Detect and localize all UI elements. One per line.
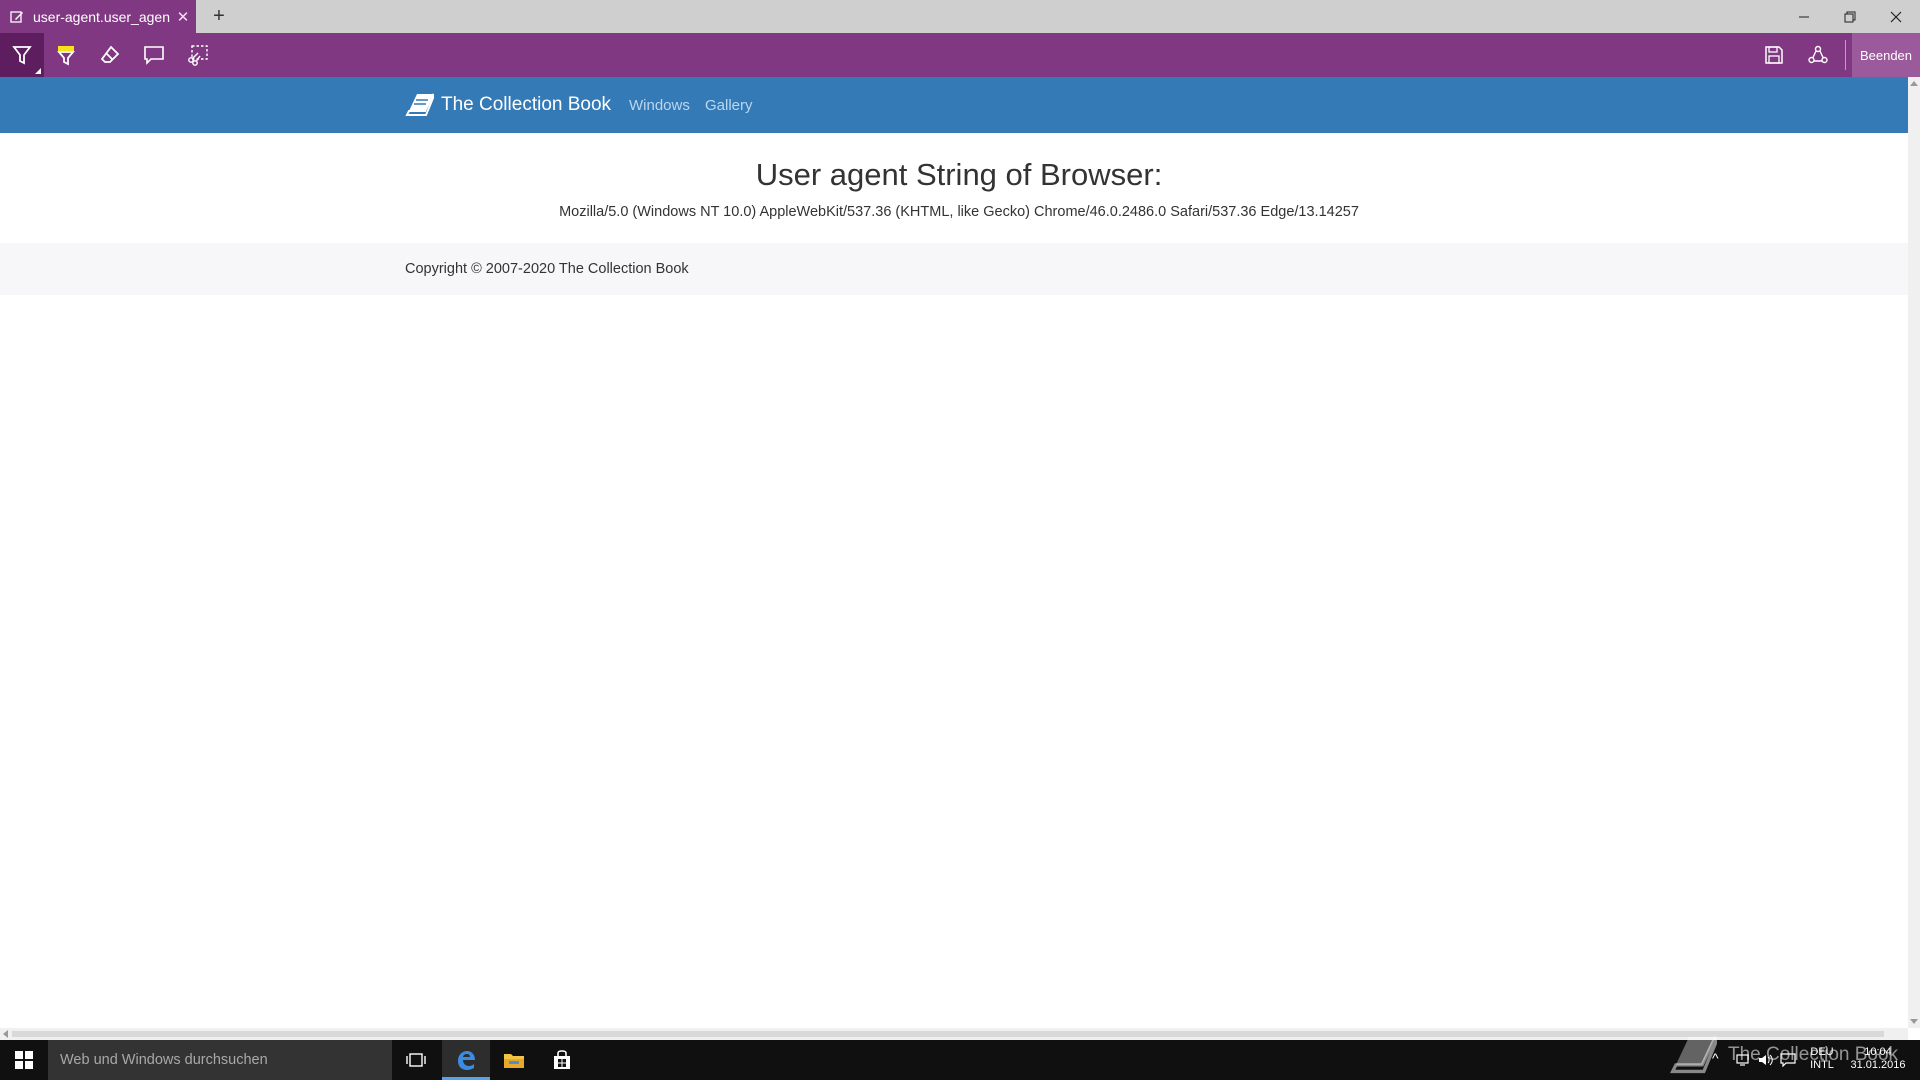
tool-options-indicator <box>35 68 41 74</box>
tab-close-icon[interactable]: ✕ <box>170 8 196 26</box>
action-center-icon[interactable] <box>1780 1053 1796 1067</box>
site-brand-link[interactable]: The Collection Book <box>405 91 611 119</box>
tab-title: user-agent.user_agent - <box>33 8 170 25</box>
vertical-scrollbar[interactable] <box>1908 77 1920 1028</box>
horizontal-scroll-thumb[interactable] <box>12 1031 1884 1037</box>
clock-time: 10:04 <box>1864 1046 1892 1058</box>
user-agent-string: Mozilla/5.0 (Windows NT 10.0) AppleWebKi… <box>559 204 1359 220</box>
share-web-note-button[interactable] <box>1796 33 1840 77</box>
restore-icon <box>1844 11 1856 22</box>
taskbar-search-box[interactable]: Web und Windows durchsuchen <box>48 1040 392 1080</box>
search-placeholder: Web und Windows durchsuchen <box>60 1052 268 1068</box>
nav-link-windows[interactable]: Windows <box>629 97 690 114</box>
clip-icon <box>188 45 208 66</box>
task-view-icon <box>406 1053 426 1067</box>
brand-name: The Collection Book <box>441 94 612 115</box>
restore-button[interactable] <box>1827 0 1873 33</box>
horizontal-scrollbar[interactable] <box>0 1028 1908 1040</box>
taskbar-store-button[interactable] <box>538 1040 586 1080</box>
windows-logo-icon <box>15 1051 33 1069</box>
folder-icon <box>504 1054 524 1068</box>
nav-link-gallery[interactable]: Gallery <box>705 97 753 114</box>
scroll-down-icon[interactable] <box>1910 1019 1918 1024</box>
inking-toolbar: Beenden <box>0 33 1920 77</box>
store-icon <box>554 1050 570 1069</box>
volume-icon[interactable] <box>1758 1053 1774 1067</box>
toolbar-divider <box>1845 40 1846 70</box>
clip-tool-button[interactable] <box>176 33 220 77</box>
browser-tab[interactable]: user-agent.user_agent - ✕ <box>0 0 196 33</box>
page-viewport: The Collection Book Windows Gallery User… <box>0 77 1908 1028</box>
minimize-button[interactable] <box>1781 0 1827 33</box>
start-button[interactable] <box>0 1040 48 1080</box>
pen-tool-button[interactable] <box>0 33 44 77</box>
windows-taskbar: Web und Windows durchsuchen ^ DEU INTL 1… <box>0 1040 1920 1080</box>
eraser-tool-button[interactable] <box>88 33 132 77</box>
clock-date: 31.01.2016 <box>1850 1059 1906 1071</box>
taskbar-clock[interactable]: 10:04 31.01.2016 <box>1846 1046 1910 1072</box>
highlighter-tool-button[interactable] <box>44 33 88 77</box>
scroll-up-icon[interactable] <box>1910 81 1918 86</box>
input-language-indicator[interactable]: DEU INTL <box>1806 1046 1838 1072</box>
highlighter-icon <box>57 46 75 66</box>
eraser-icon <box>100 45 120 63</box>
new-tab-button[interactable]: + <box>206 0 232 33</box>
close-icon <box>1890 11 1902 22</box>
tray-chevron-icon[interactable]: ^ <box>1712 1051 1719 1065</box>
edge-icon <box>458 1051 475 1070</box>
page-title: User agent String of Browser: <box>755 157 1163 192</box>
site-navbar: The Collection Book Windows Gallery <box>0 77 1908 133</box>
save-icon <box>1765 46 1783 64</box>
edit-page-icon <box>10 10 23 23</box>
pen-icon <box>12 46 32 65</box>
taskbar-explorer-button[interactable] <box>490 1040 538 1080</box>
comment-tool-button[interactable] <box>132 33 176 77</box>
tab-bar: user-agent.user_agent - ✕ + <box>0 0 1920 33</box>
language-code: DEU <box>1810 1046 1834 1058</box>
comment-icon <box>144 46 164 65</box>
network-icon[interactable] <box>1736 1053 1752 1067</box>
share-icon <box>1808 45 1828 64</box>
site-footer: Copyright © 2007-2020 The Collection Boo… <box>0 243 1908 295</box>
taskbar-edge-button[interactable] <box>442 1040 490 1080</box>
copyright-text: Copyright © 2007-2020 The Collection Boo… <box>405 261 689 277</box>
minimize-icon <box>1799 16 1809 17</box>
keyboard-layout: INTL <box>1810 1059 1834 1071</box>
exit-button[interactable]: Beenden <box>1852 33 1920 77</box>
book-icon <box>405 93 434 116</box>
save-web-note-button[interactable] <box>1752 33 1796 77</box>
scroll-left-icon[interactable] <box>3 1030 8 1038</box>
task-view-button[interactable] <box>392 1040 440 1080</box>
close-window-button[interactable] <box>1873 0 1919 33</box>
